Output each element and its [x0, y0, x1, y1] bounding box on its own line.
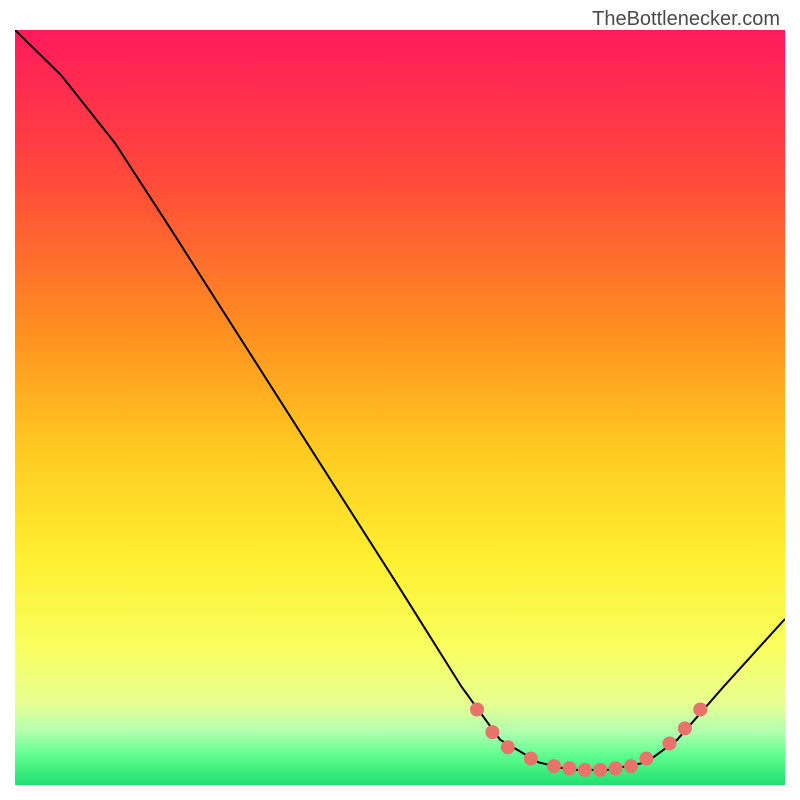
chart-container — [15, 30, 785, 785]
watermark-text: TheBottlenecker.com — [592, 8, 780, 31]
gradient-background — [15, 30, 785, 785]
